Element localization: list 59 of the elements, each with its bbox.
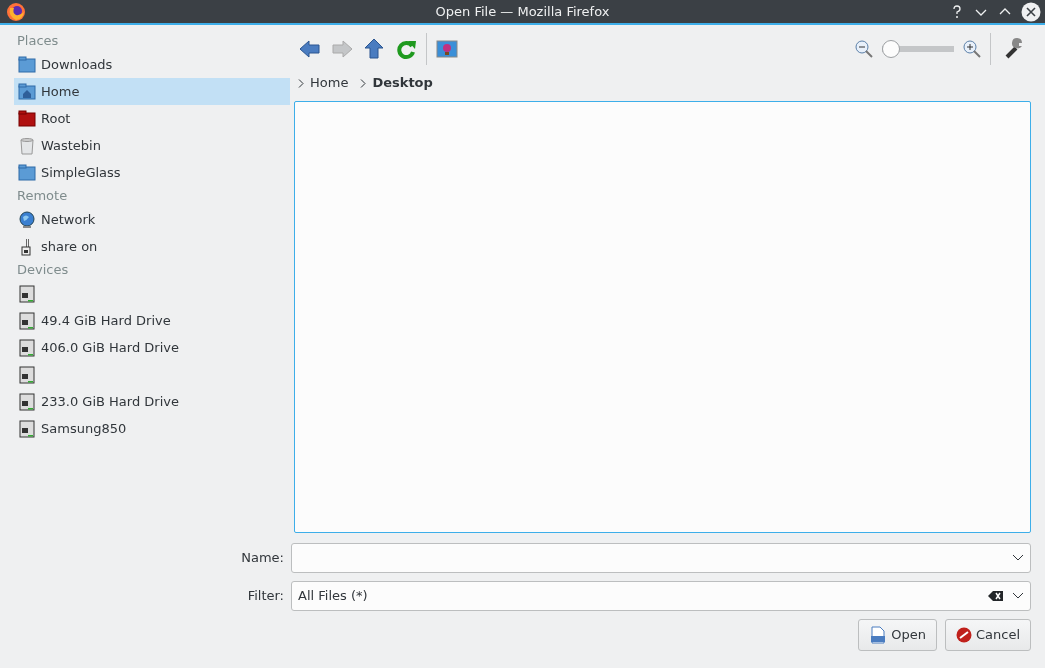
home-folder-icon [18,82,36,101]
section-heading: Remote [16,187,69,205]
item-label: Home [41,82,80,101]
sidebar-item[interactable]: 49.4 GiB Hard Drive [14,307,290,334]
item-label: Downloads [41,55,113,74]
drive-icon [18,419,36,438]
cancel-button[interactable]: Cancel [944,619,1031,651]
slider-handle[interactable] [882,40,900,58]
item-label: Network [41,210,96,229]
sidebar-item[interactable]: Root [14,105,290,132]
drive-icon [18,338,36,357]
chevron-icon [360,78,367,88]
drive-icon [18,284,36,303]
name-field[interactable] [291,543,1031,573]
trash-bin-icon [18,136,36,155]
field-value: All Files (*) [298,588,368,604]
item-label: 406.0 GiB Hard Drive [41,338,179,357]
folder-icon [18,55,36,74]
zoom-in-icon[interactable] [962,39,982,59]
sidebar-item[interactable]: share on [14,233,290,260]
sidebar-item[interactable]: SimpleGlass [14,159,290,186]
sidebar-item[interactable]: Downloads [14,51,290,78]
item-label: SimpleGlass [41,163,121,182]
dropdown-icon[interactable] [1012,592,1024,600]
section-heading: Devices [16,261,70,279]
folder-icon [18,163,36,182]
item-label: Root [41,109,71,128]
filter-label: Filter: [246,587,285,606]
dropdown-icon[interactable] [1012,554,1024,562]
window-title: Open File — Mozilla Firefox [435,2,610,21]
name-label: Name: [240,549,285,568]
item-label: share on [41,237,98,256]
close-icon[interactable] [1021,2,1041,22]
filter-field[interactable]: All Files (*) [291,581,1031,611]
drive-icon [18,311,36,330]
folder-icon [18,109,36,128]
sidebar-item[interactable]: 233.0 GiB Hard Drive [14,388,290,415]
item-label: 49.4 GiB Hard Drive [41,311,171,330]
sidebar-item[interactable]: 406.0 GiB Hard Drive [14,334,290,361]
sidebar-item[interactable]: Wastebin [14,132,290,159]
item-label: Wastebin [41,136,101,155]
open-button[interactable]: Open [858,619,937,651]
breadcrumb-item[interactable]: Desktop [372,73,433,93]
chevron-icon [298,78,304,88]
zoom-out-icon[interactable] [854,39,874,59]
cancel-icon [955,627,972,643]
document-icon [869,626,888,644]
section-heading: Places [16,32,60,50]
item-label: 233.0 GiB Hard Drive [41,392,179,411]
drive-icon [18,365,36,384]
item-label: Samsung850 [41,419,127,438]
firefox-logo-icon [6,2,26,22]
breadcrumb-item[interactable]: Home [310,73,349,93]
sidebar-item[interactable]: Samsung850 [14,415,290,442]
globe-icon [18,210,36,229]
drive-icon [18,392,36,411]
sidebar-item[interactable]: Home [14,78,290,105]
clear-icon[interactable] [988,590,1004,602]
sidebar-item[interactable]: Network [14,206,290,233]
